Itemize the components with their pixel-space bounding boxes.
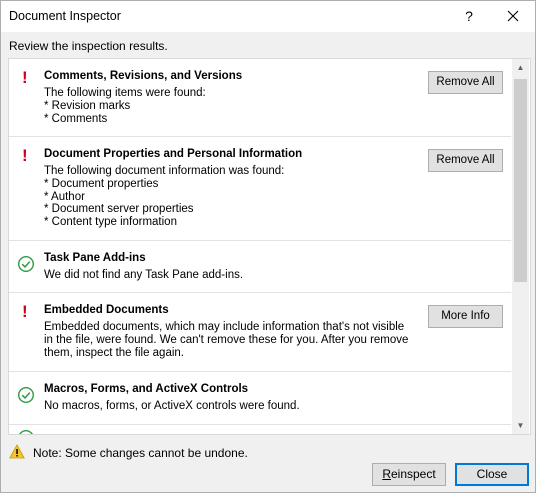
detail-line: We did not find any Task Pane add-ins. bbox=[44, 269, 244, 281]
detail-line: * Document properties bbox=[44, 177, 159, 190]
section-details: The following document information was f… bbox=[44, 165, 424, 229]
detail-line: * Comments bbox=[44, 112, 108, 125]
subtitle: Review the inspection results. bbox=[9, 39, 168, 53]
help-button[interactable]: ? bbox=[449, 1, 489, 32]
remove-all-properties-button[interactable]: Remove All bbox=[428, 149, 503, 172]
check-circle-icon bbox=[17, 386, 35, 404]
section-title: Task Pane Add-ins bbox=[44, 252, 146, 264]
warning-triangle-icon bbox=[9, 444, 25, 459]
section-details: No macros, forms, or ActiveX controls we… bbox=[44, 400, 424, 413]
section-document-properties: ! Document Properties and Personal Infor… bbox=[9, 137, 511, 241]
reinspect-button[interactable]: Reinspect bbox=[372, 463, 446, 486]
detail-line: * Author bbox=[44, 190, 85, 203]
scroll-down-arrow-icon[interactable]: ▼ bbox=[512, 417, 529, 434]
section-comments-revisions: ! Comments, Revisions, and Versions The … bbox=[9, 59, 511, 137]
title-bar: Document Inspector ? bbox=[1, 1, 535, 32]
detail-line: No macros, forms, or ActiveX controls we… bbox=[44, 400, 300, 412]
section-details: Embedded documents, which may include in… bbox=[44, 321, 424, 359]
detail-line: * Revision marks bbox=[44, 99, 131, 112]
reinspect-mnemonic: R bbox=[382, 467, 391, 481]
dialog-title: Document Inspector bbox=[9, 9, 121, 23]
document-inspector-dialog: Document Inspector ? Review the inspecti… bbox=[0, 0, 536, 493]
section-title: Macros, Forms, and ActiveX Controls bbox=[44, 383, 249, 395]
section-title: Document Properties and Personal Informa… bbox=[44, 148, 303, 160]
more-info-button[interactable]: More Info bbox=[428, 305, 503, 328]
section-details: We did not find any Task Pane add-ins. bbox=[44, 269, 424, 282]
detail-line: * Content type information bbox=[44, 216, 177, 229]
section-task-pane-addins: Task Pane Add-ins We did not find any Ta… bbox=[9, 241, 511, 293]
detail-line: them, inspect the file again. bbox=[44, 346, 184, 359]
close-icon bbox=[507, 10, 519, 22]
warning-status-icon: ! bbox=[22, 146, 28, 165]
check-circle-icon bbox=[17, 255, 35, 273]
section-macros-forms-activex: Macros, Forms, and ActiveX Controls No m… bbox=[9, 372, 511, 425]
section-embedded-documents: ! Embedded Documents Embedded documents,… bbox=[9, 293, 511, 372]
section-title: Embedded Documents bbox=[44, 304, 169, 316]
detail-line: * Document server properties bbox=[44, 203, 194, 216]
section-details: The following items were found: * Revisi… bbox=[44, 87, 424, 125]
note-text: Note: Some changes cannot be undone. bbox=[33, 446, 248, 460]
detail-line: Embedded documents, which may include in… bbox=[44, 321, 405, 333]
scroll-up-arrow-icon[interactable]: ▲ bbox=[512, 59, 529, 76]
warning-status-icon: ! bbox=[22, 68, 28, 87]
section-title: Comments, Revisions, and Versions bbox=[44, 70, 243, 82]
detail-line: The following items were found: bbox=[44, 87, 206, 99]
scrollbar-thumb[interactable] bbox=[514, 79, 527, 282]
results-list: ! Comments, Revisions, and Versions The … bbox=[8, 58, 531, 435]
reinspect-label: einspect bbox=[390, 467, 436, 481]
remove-all-comments-button[interactable]: Remove All bbox=[428, 71, 503, 94]
warning-status-icon: ! bbox=[22, 302, 28, 321]
close-button[interactable]: Close bbox=[455, 463, 529, 486]
detail-line: in the file, were found. We can't remove… bbox=[44, 333, 409, 346]
detail-line: The following document information was f… bbox=[44, 165, 285, 177]
check-circle-icon bbox=[19, 430, 33, 434]
close-window-button[interactable] bbox=[491, 1, 535, 32]
vertical-scrollbar[interactable]: ▲ ▼ bbox=[512, 59, 529, 434]
